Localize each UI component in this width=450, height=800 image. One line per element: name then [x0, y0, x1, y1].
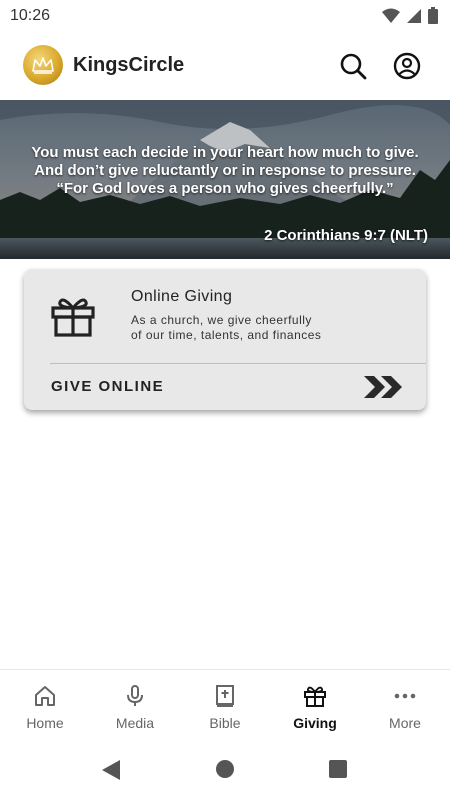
card-title: Online Giving — [131, 288, 233, 305]
scripture-banner: You must each decide in your heart how m… — [0, 100, 450, 259]
double-chevron-right-icon[interactable] — [362, 374, 406, 400]
status-icons — [382, 7, 438, 24]
give-online-button[interactable]: GIVE ONLINE — [51, 378, 164, 395]
nav-item-more[interactable]: More — [360, 670, 450, 740]
recent-apps-button[interactable] — [329, 760, 347, 778]
nav-label: Home — [26, 715, 64, 731]
nav-item-giving[interactable]: Giving — [270, 670, 360, 740]
card-description-line: of our time, talents, and finances — [131, 328, 322, 342]
signal-icon — [407, 8, 421, 23]
bible-icon — [216, 685, 234, 707]
system-navigation-bar — [0, 740, 450, 800]
nav-item-bible[interactable]: Bible — [180, 670, 270, 740]
status-bar: 10:26 — [0, 0, 450, 32]
status-time: 10:26 — [10, 7, 51, 24]
back-icon[interactable] — [101, 759, 121, 781]
search-icon — [340, 53, 367, 80]
nav-label: Giving — [293, 715, 337, 731]
nav-item-home[interactable]: Home — [0, 670, 90, 740]
nav-label: More — [389, 715, 421, 731]
microphone-icon — [127, 685, 143, 706]
nav-label: Media — [115, 715, 155, 731]
card-description-line: As a church, we give cheerfully — [131, 313, 312, 327]
kingscircle-logo — [23, 45, 63, 85]
nav-label: Bible — [209, 715, 241, 731]
app-bar: KingsCircle — [0, 32, 450, 100]
home-button[interactable] — [216, 760, 234, 778]
wifi-icon — [382, 8, 400, 23]
more-icon — [394, 693, 416, 699]
scripture-quote: You must each decide in your heart how m… — [0, 144, 450, 198]
gift-icon — [51, 298, 95, 337]
bottom-navigation: Home Media Bible Giving More — [0, 669, 450, 740]
battery-icon — [428, 7, 438, 24]
online-giving-card[interactable]: Online Giving As a church, we give cheer… — [24, 269, 426, 410]
gift-icon — [304, 686, 326, 707]
app-title: KingsCircle — [73, 54, 185, 76]
account-icon — [393, 52, 421, 80]
card-description: As a church, we give cheerfully of our t… — [131, 313, 321, 343]
search-button[interactable] — [338, 51, 368, 81]
nav-item-media[interactable]: Media — [90, 670, 180, 740]
quote-line: And don’t give reluctantly or in respons… — [34, 162, 416, 179]
scripture-reference: 2 Corinthians 9:7 (NLT) — [264, 227, 428, 244]
card-divider — [50, 363, 426, 364]
quote-line: You must each decide in your heart how m… — [31, 144, 419, 161]
profile-button[interactable] — [392, 51, 422, 81]
crown-icon — [32, 57, 54, 74]
home-icon — [35, 686, 55, 706]
quote-line: “For God loves a person who gives cheerf… — [56, 180, 394, 197]
